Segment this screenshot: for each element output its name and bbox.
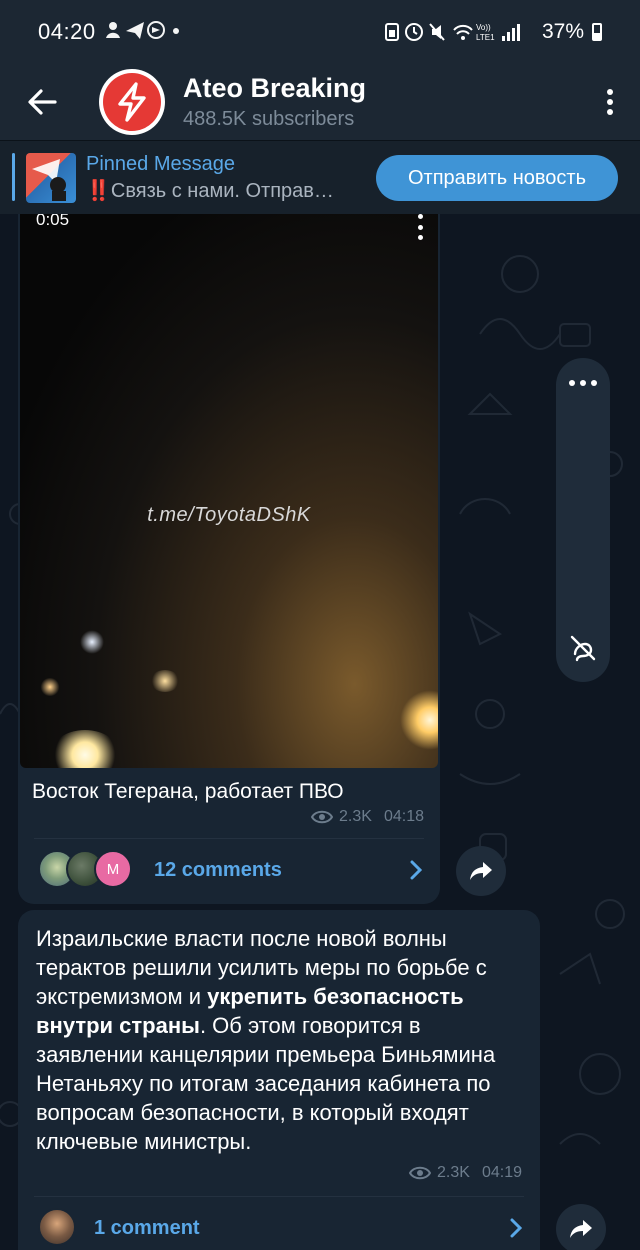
pinned-label: Pinned Message <box>86 153 235 175</box>
message-meta: 2.3K 04:18 <box>311 808 424 826</box>
avatar-inner <box>103 73 161 131</box>
channel-title: Ateo Breaking <box>183 73 367 103</box>
message-time: 04:19 <box>481 1164 522 1181</box>
commenter-initial: M <box>106 860 120 878</box>
arrow-left-icon <box>28 89 57 115</box>
comments-divider <box>34 838 424 839</box>
svg-text:LTE1: LTE1 <box>476 33 495 42</box>
video-player[interactable]: 0:05 t.me/ToyotaDShK <box>20 214 438 768</box>
message-meta: 2.3K 04:19 <box>409 1164 522 1182</box>
pinned-message-bar[interactable]: Pinned Message ‼️Связь с нами. Отправ… О… <box>0 140 640 214</box>
light-glow-2 <box>50 730 120 768</box>
floating-side-panel[interactable] <box>556 358 610 682</box>
send-news-button[interactable]: Отправить новость <box>376 155 618 201</box>
more-vertical-icon <box>607 89 613 115</box>
light-glow-1 <box>400 690 438 750</box>
commenter-avatar-3: M <box>94 850 132 888</box>
view-count: 2.3K <box>437 1164 470 1181</box>
telegram-logo-icon <box>32 159 66 201</box>
share-arrow-icon <box>570 1220 592 1238</box>
chevron-right-icon <box>392 860 440 880</box>
chat-area[interactable]: 0:05 t.me/ToyotaDShK Восток Тегерана, ра… <box>0 214 640 1250</box>
subscriber-count: 488.5K subscribers <box>183 108 355 130</box>
eye-icon <box>409 1166 432 1180</box>
channel-avatar[interactable] <box>99 69 165 135</box>
video-duration: 0:05 <box>36 214 70 229</box>
pinned-preview: ‼️Связь с нами. Отправ… <box>86 180 334 202</box>
share-arrow-icon <box>470 862 492 880</box>
comments-button[interactable]: M 12 comments <box>18 840 440 900</box>
comments-label: 1 comment <box>94 1216 200 1239</box>
system-status-icons: Vo)) LTE1 <box>384 23 520 42</box>
status-time: 04:20 <box>38 19 96 44</box>
comments-label: 12 comments <box>154 858 282 881</box>
message-bubble-video[interactable]: 0:05 t.me/ToyotaDShK Восток Тегерана, ра… <box>18 214 440 904</box>
share-button-1[interactable] <box>456 846 506 896</box>
channel-header: Ateo Breaking 488.5K subscribers <box>0 64 640 140</box>
comments-button[interactable]: 1 comment <box>18 1198 540 1250</box>
commenter-avatars: M <box>38 850 148 890</box>
eye-icon <box>311 810 334 824</box>
light-glow-3 <box>80 630 104 654</box>
lightning-bolt-icon <box>118 82 146 122</box>
more-horizontal-icon[interactable] <box>556 380 610 386</box>
back-button[interactable] <box>0 64 84 140</box>
comments-divider <box>34 1196 524 1197</box>
battery-percent: 37% <box>541 20 584 43</box>
notification-icons <box>104 19 182 46</box>
light-glow-4 <box>150 670 180 692</box>
svg-text:Vo)): Vo)) <box>476 23 491 32</box>
message-text: Израильские власти после новой волны тер… <box>36 924 526 1156</box>
menu-button[interactable] <box>580 64 640 140</box>
message-caption: Восток Тегерана, работает ПВО <box>32 780 344 803</box>
pinned-indicator <box>12 153 15 201</box>
share-button-2[interactable] <box>556 1204 606 1250</box>
app-notification-icons <box>105 20 179 39</box>
video-watermark: t.me/ToyotaDShK <box>147 504 311 526</box>
video-options-button[interactable] <box>412 214 428 240</box>
chevron-right-icon <box>492 1218 540 1238</box>
pinned-thumbnail <box>26 153 76 203</box>
header-text[interactable]: Ateo Breaking 488.5K subscribers <box>183 72 580 132</box>
commenter-avatar-1 <box>38 1208 76 1246</box>
status-right: Vo)) LTE1 37% <box>384 20 602 44</box>
message-time: 04:18 <box>383 808 424 825</box>
battery-icon <box>592 23 602 41</box>
no-reactions-icon[interactable] <box>569 634 597 667</box>
view-count: 2.3K <box>339 808 372 825</box>
message-bubble-text[interactable]: Израильские власти после новой волны тер… <box>18 910 540 1250</box>
light-glow-5 <box>40 678 60 696</box>
pinned-text: Pinned Message ‼️Связь с нами. Отправ… <box>86 151 366 205</box>
status-bar: 04:20 Vo)) LTE1 37% <box>0 0 640 64</box>
status-left: 04:20 <box>38 19 182 46</box>
commenter-avatars <box>38 1208 88 1248</box>
